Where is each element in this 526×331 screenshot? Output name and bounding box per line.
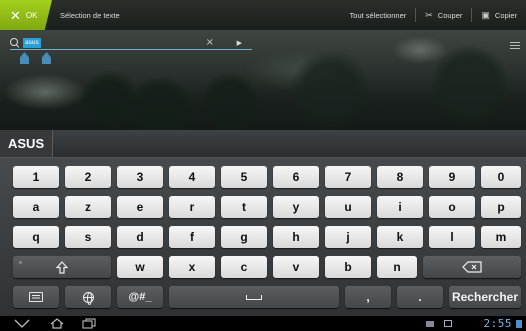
menu-icon[interactable] [510,42,520,49]
key-u[interactable]: u [325,196,371,218]
close-icon: ✕ [10,7,21,23]
copy-icon: ▣ [481,9,490,20]
copy-label: Copier [494,10,517,20]
key-0[interactable]: 0 [481,166,521,188]
key-h[interactable]: h [273,226,319,248]
key-c[interactable]: c [221,256,267,278]
select-all-label: Tout sélectionner [349,10,407,20]
backspace-icon [462,261,482,273]
key-d[interactable]: d [117,226,163,248]
key-1[interactable]: 1 [13,166,59,188]
back-icon[interactable] [14,318,30,329]
key-4[interactable]: 4 [169,166,215,188]
search-action-key[interactable]: Rechercher [449,286,521,308]
key-o[interactable]: o [429,196,475,218]
key-g[interactable]: g [221,226,267,248]
key-b[interactable]: b [325,256,371,278]
period-key[interactable]: . [397,286,443,308]
backspace-key[interactable] [423,256,521,278]
shift-icon [56,260,68,274]
suggestion-strip: ASUS [0,130,526,158]
home-icon[interactable] [50,318,64,329]
key-y[interactable]: y [273,196,319,218]
text-selection-action-bar: ✕ OK Sélection de texte Tout sélectionne… [0,0,526,30]
system-bar: 2:55 [0,316,526,331]
key-i[interactable]: i [377,196,423,218]
key-s[interactable]: s [65,226,111,248]
key-k[interactable]: k [377,226,423,248]
key-t[interactable]: t [221,196,267,218]
key-x[interactable]: x [169,256,215,278]
key-2[interactable]: 2 [65,166,111,188]
recent-apps-icon[interactable] [82,318,96,329]
key-v[interactable]: v [273,256,319,278]
clock: 2:55 [483,317,512,330]
key-r[interactable]: r [169,196,215,218]
keyboard-icon [29,292,43,302]
search-input-selected-text[interactable]: asus [23,37,41,48]
caps-indicator [19,261,22,264]
key-n[interactable]: n [377,256,417,278]
ok-label: OK [25,10,38,20]
search-field[interactable]: asus × ▶ [10,36,252,50]
select-all-button[interactable]: Tout sélectionner [341,0,416,30]
key-8[interactable]: 8 [377,166,423,188]
on-screen-keyboard: 1 2 3 4 5 6 7 8 9 0 a z e r t y u i o p … [0,158,526,316]
copy-button[interactable]: ▣ Copier [472,0,526,30]
key-5[interactable]: 5 [221,166,267,188]
scissors-icon: ✂ [425,9,433,20]
key-l[interactable]: l [429,226,475,248]
key-z[interactable]: z [65,196,111,218]
language-key[interactable] [65,286,111,308]
cut-button[interactable]: ✂ Couper [416,0,471,30]
suggestion-item[interactable]: ASUS [0,130,54,157]
key-p[interactable]: p [481,196,521,218]
key-m[interactable]: m [481,226,521,248]
symbols-key[interactable]: @#_ [117,286,163,308]
ok-button[interactable]: ✕ OK [0,0,52,30]
image-notification-icon[interactable] [444,320,452,327]
key-f[interactable]: f [169,226,215,248]
notification-icon[interactable] [426,321,434,327]
key-a[interactable]: a [13,196,59,218]
key-7[interactable]: 7 [325,166,371,188]
globe-icon [82,291,94,305]
search-icon [10,37,20,48]
cut-label: Couper [437,10,463,20]
keyboard-settings-key[interactable] [13,286,59,308]
clear-icon[interactable]: × [206,36,214,50]
shift-key[interactable] [13,256,111,278]
space-key[interactable] [169,286,339,308]
battery-icon [516,320,522,328]
comma-key[interactable]: , [345,286,391,308]
key-j[interactable]: j [325,226,371,248]
key-e[interactable]: e [117,196,163,218]
key-3[interactable]: 3 [117,166,163,188]
key-w[interactable]: w [117,256,163,278]
key-q[interactable]: q [13,226,59,248]
key-6[interactable]: 6 [273,166,319,188]
go-arrow-icon[interactable]: ▶ [237,36,242,50]
space-icon [246,294,262,300]
action-bar-title: Sélection de texte [60,10,120,20]
key-9[interactable]: 9 [429,166,475,188]
